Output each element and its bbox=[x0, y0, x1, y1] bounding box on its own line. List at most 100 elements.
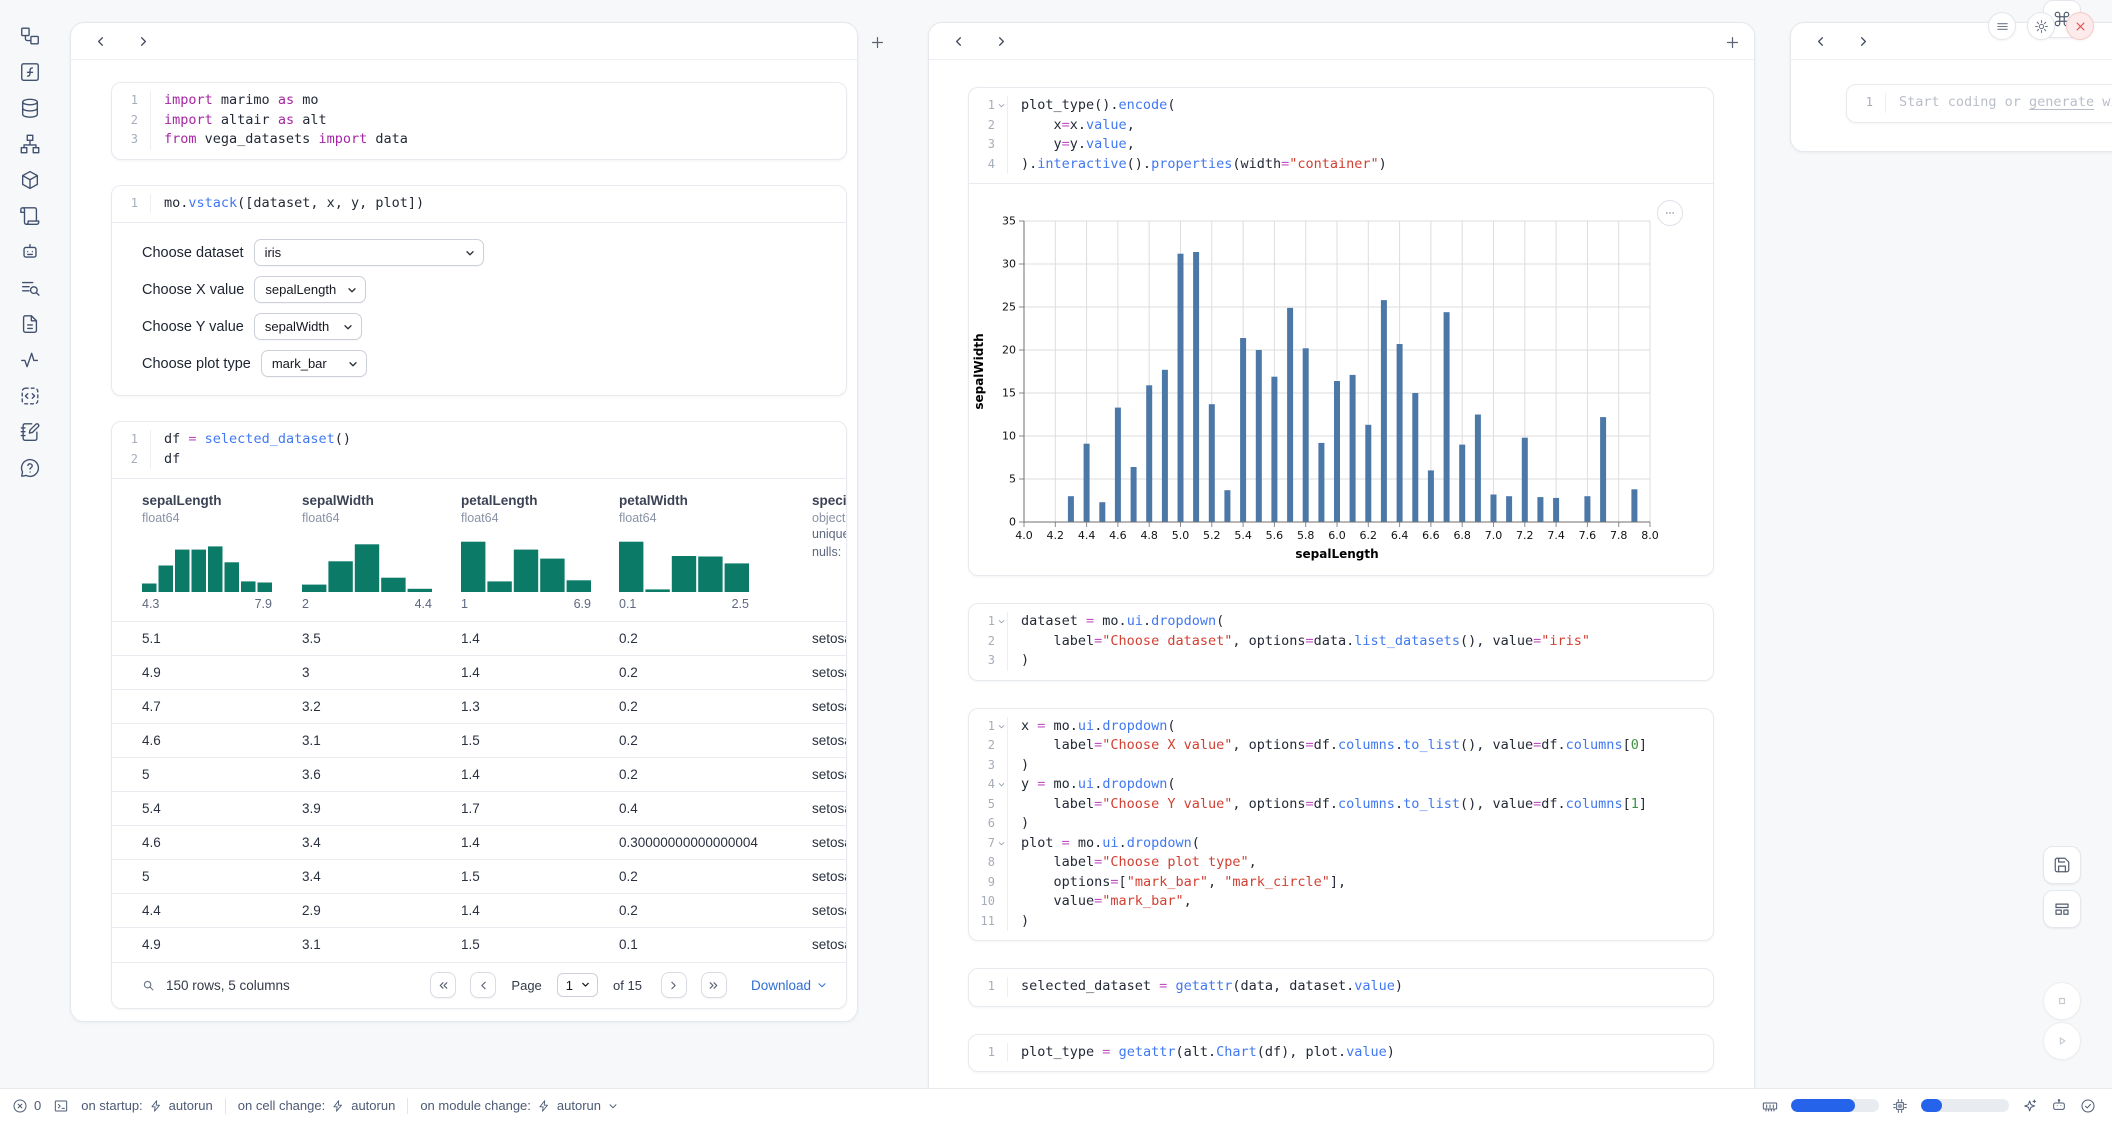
table-row[interactable]: 53.41.50.2setosa bbox=[112, 860, 846, 894]
bar-chart[interactable]: 4.04.24.44.64.85.05.25.45.65.86.06.26.46… bbox=[969, 196, 1675, 568]
variables-icon[interactable] bbox=[18, 60, 42, 84]
next-page-button[interactable] bbox=[661, 972, 687, 998]
menu-button[interactable] bbox=[1988, 12, 2016, 40]
save-button[interactable] bbox=[2043, 846, 2081, 884]
code-editor[interactable]: 1dataset = mo.ui.dropdown(2 label="Choos… bbox=[969, 604, 1713, 680]
logs-icon[interactable] bbox=[18, 204, 42, 228]
fold-chevron-icon[interactable] bbox=[996, 779, 1007, 790]
help-icon[interactable] bbox=[18, 456, 42, 480]
sparkles-icon[interactable] bbox=[2022, 1098, 2038, 1114]
generate-link[interactable]: generate bbox=[2029, 94, 2094, 110]
ai-chat-icon[interactable] bbox=[18, 240, 42, 264]
profiler-icon[interactable] bbox=[18, 348, 42, 372]
table-row[interactable]: 4.42.91.40.2setosa bbox=[112, 894, 846, 928]
scratchpad-icon[interactable] bbox=[18, 420, 42, 444]
table-row[interactable]: 4.63.41.40.30000000000000004setosa bbox=[112, 826, 846, 860]
fold-chevron-icon[interactable] bbox=[996, 100, 1007, 111]
code-text[interactable]: import altair as alt bbox=[150, 111, 846, 131]
previous-page-button[interactable] bbox=[470, 972, 496, 998]
code-editor[interactable]: 1df = selected_dataset()2df bbox=[112, 422, 846, 478]
packages-icon[interactable] bbox=[18, 168, 42, 192]
download-button[interactable]: Download bbox=[751, 978, 828, 993]
empty-code-cell[interactable]: 1 Start coding or generate with AI bbox=[1846, 84, 2112, 123]
page-select[interactable]: 1 bbox=[557, 973, 598, 997]
first-page-button[interactable] bbox=[430, 972, 456, 998]
code-text[interactable]: mo.vstack([dataset, x, y, plot]) bbox=[150, 194, 846, 214]
fold-chevron-icon[interactable] bbox=[996, 838, 1007, 849]
code-text[interactable]: label="Choose Y value", options=df.colum… bbox=[1007, 795, 1713, 815]
tracebacks-icon[interactable] bbox=[18, 276, 42, 300]
runtime-config-on-module-change-[interactable]: on module change:autorun bbox=[420, 1098, 619, 1113]
stop-button[interactable] bbox=[2043, 982, 2081, 1020]
code-text[interactable]: ) bbox=[1007, 814, 1713, 834]
dependency-graph-icon[interactable] bbox=[18, 132, 42, 156]
table-row[interactable]: 5.13.51.40.2setosa bbox=[112, 622, 846, 656]
code-text[interactable]: label="Choose plot type", bbox=[1007, 853, 1713, 873]
last-page-button[interactable] bbox=[701, 972, 727, 998]
code-text[interactable]: selected_dataset = getattr(data, dataset… bbox=[1007, 977, 1713, 997]
runtime-config-on-cell-change-[interactable]: on cell change:autorun bbox=[238, 1098, 396, 1113]
column-forward-button[interactable] bbox=[1855, 33, 1871, 49]
column-header-sepalWidth[interactable]: sepalWidthfloat6424.4 bbox=[302, 479, 461, 622]
code-text[interactable]: ) bbox=[1007, 756, 1713, 776]
code-editor[interactable]: 1plot_type = getattr(alt.Chart(df), plot… bbox=[969, 1035, 1713, 1072]
search-icon[interactable] bbox=[140, 977, 156, 993]
code-editor[interactable]: 1plot_type().encode(2 x=x.value,3 y=y.va… bbox=[969, 88, 1713, 183]
fold-chevron-icon[interactable] bbox=[996, 616, 1007, 627]
code-text[interactable]: ) bbox=[1007, 651, 1713, 671]
code-text[interactable]: x=x.value, bbox=[1007, 116, 1713, 136]
code-editor[interactable]: 1x = mo.ui.dropdown(2 label="Choose X va… bbox=[969, 709, 1713, 941]
code-text[interactable]: label="Choose dataset", options=data.lis… bbox=[1007, 632, 1713, 652]
robot-icon[interactable] bbox=[2051, 1098, 2067, 1114]
add-cell-button[interactable] bbox=[866, 31, 888, 53]
settings-button[interactable] bbox=[2027, 12, 2055, 40]
code-text[interactable]: import marimo as mo bbox=[150, 91, 846, 111]
code-text[interactable]: label="Choose X value", options=df.colum… bbox=[1007, 736, 1713, 756]
runtime-config-on-startup-[interactable]: on startup:autorun bbox=[81, 1098, 213, 1113]
code-text[interactable]: from vega_datasets import data bbox=[150, 130, 846, 150]
column-back-button[interactable] bbox=[950, 33, 966, 49]
column-header-petalWidth[interactable]: petalWidthfloat640.12.5 bbox=[619, 479, 812, 622]
choose-y-value-select[interactable]: sepalWidth bbox=[254, 313, 362, 340]
table-row[interactable]: 5.43.91.70.4setosa bbox=[112, 792, 846, 826]
code-text[interactable]: plot_type = getattr(alt.Chart(df), plot.… bbox=[1007, 1043, 1713, 1063]
terminal-button[interactable] bbox=[53, 1098, 69, 1114]
column-header-species[interactable]: speciesobjectunique:nulls: bbox=[812, 479, 846, 622]
code-text[interactable]: options=["mark_bar", "mark_circle"], bbox=[1007, 873, 1713, 893]
code-text[interactable]: df = selected_dataset() bbox=[150, 430, 846, 450]
code-text[interactable]: ).interactive().properties(width="contai… bbox=[1007, 155, 1713, 175]
table-row[interactable]: 4.931.40.2setosa bbox=[112, 656, 846, 690]
data-sources-icon[interactable] bbox=[18, 96, 42, 120]
code-text[interactable]: df bbox=[150, 450, 846, 470]
column-forward-button[interactable] bbox=[135, 33, 151, 49]
code-text[interactable]: plot = mo.ui.dropdown( bbox=[1007, 834, 1713, 854]
layout-button[interactable] bbox=[2043, 890, 2081, 928]
error-count-badge[interactable]: 0 bbox=[12, 1098, 41, 1114]
code-text[interactable]: plot_type().encode( bbox=[1007, 96, 1713, 116]
check-circle-icon[interactable] bbox=[2080, 1098, 2096, 1114]
column-forward-button[interactable] bbox=[993, 33, 1009, 49]
chart-actions-button[interactable] bbox=[1657, 200, 1683, 226]
code-text[interactable]: x = mo.ui.dropdown( bbox=[1007, 717, 1713, 737]
choose-plot-type-select[interactable]: mark_bar bbox=[261, 350, 367, 377]
code-text[interactable]: ) bbox=[1007, 912, 1713, 932]
close-button[interactable] bbox=[2066, 12, 2094, 40]
column-back-button[interactable] bbox=[92, 33, 108, 49]
file-explorer-icon[interactable] bbox=[18, 24, 42, 48]
snippets-icon[interactable] bbox=[18, 384, 42, 408]
add-cell-button[interactable] bbox=[1721, 31, 1743, 53]
documentation-icon[interactable] bbox=[18, 312, 42, 336]
table-row[interactable]: 4.63.11.50.2setosa bbox=[112, 724, 846, 758]
choose-dataset-select[interactable]: iris bbox=[254, 239, 484, 266]
code-editor[interactable]: 1mo.vstack([dataset, x, y, plot]) bbox=[112, 186, 846, 223]
code-text[interactable]: y=y.value, bbox=[1007, 135, 1713, 155]
table-row[interactable]: 53.61.40.2setosa bbox=[112, 758, 846, 792]
code-editor[interactable]: 1import marimo as mo2import altair as al… bbox=[112, 83, 846, 159]
code-text[interactable]: dataset = mo.ui.dropdown( bbox=[1007, 612, 1713, 632]
column-header-sepalLength[interactable]: sepalLengthfloat644.37.9 bbox=[112, 479, 302, 622]
table-row[interactable]: 4.73.21.30.2setosa bbox=[112, 690, 846, 724]
code-text[interactable]: value="mark_bar", bbox=[1007, 892, 1713, 912]
code-editor[interactable]: 1selected_dataset = getattr(data, datase… bbox=[969, 969, 1713, 1006]
column-header-petalLength[interactable]: petalLengthfloat6416.9 bbox=[461, 479, 619, 622]
fold-chevron-icon[interactable] bbox=[996, 721, 1007, 732]
